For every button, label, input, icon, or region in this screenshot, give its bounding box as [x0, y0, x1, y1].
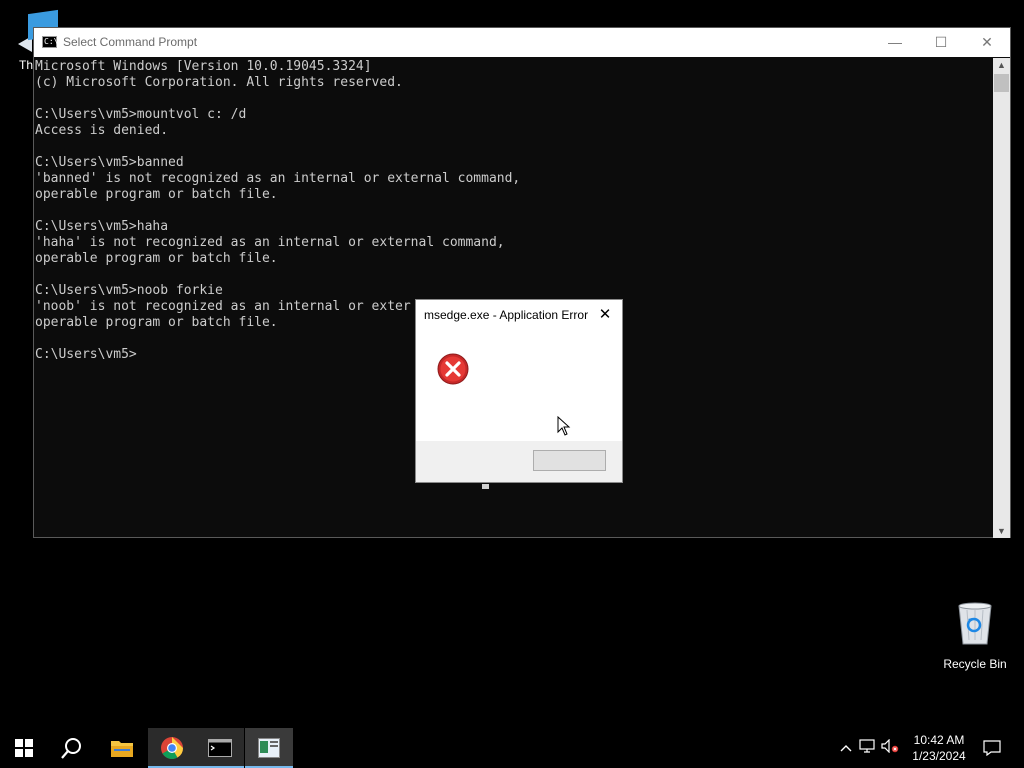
console-line: Microsoft Windows [Version 10.0.19045.33…: [35, 59, 372, 74]
console-line: C:\Users\vm5>noob forkie: [35, 283, 223, 298]
console-line: 'banned' is not recognized as an interna…: [35, 171, 521, 186]
console-line: (c) Microsoft Corporation. All rights re…: [35, 75, 403, 90]
system-tray: [836, 728, 902, 768]
clock-date: 1/23/2024: [912, 749, 966, 763]
clock[interactable]: 10:42 AM 1/23/2024: [906, 732, 972, 764]
search-icon: [61, 738, 81, 759]
taskbar-command-prompt[interactable]: [196, 728, 244, 768]
application-error-dialog[interactable]: msedge.exe - Application Error ✕: [415, 299, 623, 483]
maximize-button[interactable]: ☐: [918, 28, 964, 57]
clock-time: 10:42 AM: [913, 733, 965, 747]
scroll-down-arrow-icon[interactable]: ▼: [993, 524, 1010, 538]
console-line: C:\Users\vm5>mountvol c: /d: [35, 107, 247, 122]
console-line: operable program or batch file.: [35, 251, 278, 266]
command-prompt-icon: [208, 739, 232, 757]
notifications-button[interactable]: [970, 728, 1014, 768]
dialog-footer: [416, 441, 622, 482]
search-button[interactable]: [48, 728, 96, 768]
app-window-icon: [258, 738, 280, 758]
console-line: C:\Users\vm5>banned: [35, 155, 184, 170]
taskbar: 10:42 AM 1/23/2024: [0, 728, 1024, 768]
command-prompt-icon: C:\: [42, 36, 59, 48]
taskbar-app[interactable]: [245, 728, 293, 768]
chrome-icon: [161, 737, 183, 759]
title-bar[interactable]: C:\ Select Command Prompt — ☐ ✕: [34, 28, 1010, 57]
scroll-up-arrow-icon[interactable]: ▲: [993, 58, 1010, 72]
recycle-bin-label: Recycle Bin: [943, 657, 1007, 671]
console-line: 'haha' is not recognized as an internal …: [35, 235, 505, 250]
console-line: operable program or batch file.: [35, 187, 278, 202]
folder-icon: [111, 741, 133, 757]
error-icon: [437, 353, 469, 385]
windows-logo-icon: [15, 739, 33, 757]
network-icon[interactable]: [856, 738, 878, 758]
desktop-icon-label: Th: [19, 58, 34, 72]
vertical-scrollbar[interactable]: ▲ ▼: [993, 58, 1010, 538]
dialog-close-button[interactable]: ✕: [594, 304, 616, 326]
window-title: Select Command Prompt: [63, 35, 198, 49]
scroll-thumb[interactable]: [994, 74, 1009, 92]
dialog-title: msedge.exe - Application Error: [424, 308, 589, 322]
volume-muted-icon[interactable]: [878, 738, 902, 758]
start-button[interactable]: [0, 728, 48, 768]
console-line: C:\Users\vm5>haha: [35, 219, 169, 234]
action-center-icon: [983, 740, 1001, 756]
tray-chevron-icon[interactable]: [836, 741, 856, 755]
recycle-bin-icon: [958, 602, 992, 645]
taskbar-file-explorer[interactable]: [98, 728, 146, 768]
taskbar-chrome[interactable]: [148, 728, 196, 768]
desktop-icon-recycle-bin[interactable]: Recycle Bin: [938, 600, 1012, 671]
ok-button[interactable]: [533, 450, 606, 471]
close-button[interactable]: ✕: [964, 28, 1010, 57]
mouse-cursor-icon: [557, 416, 571, 436]
dialog-resize-mark: [482, 484, 489, 489]
minimize-button[interactable]: —: [872, 28, 918, 57]
console-line: Access is denied.: [35, 123, 169, 138]
